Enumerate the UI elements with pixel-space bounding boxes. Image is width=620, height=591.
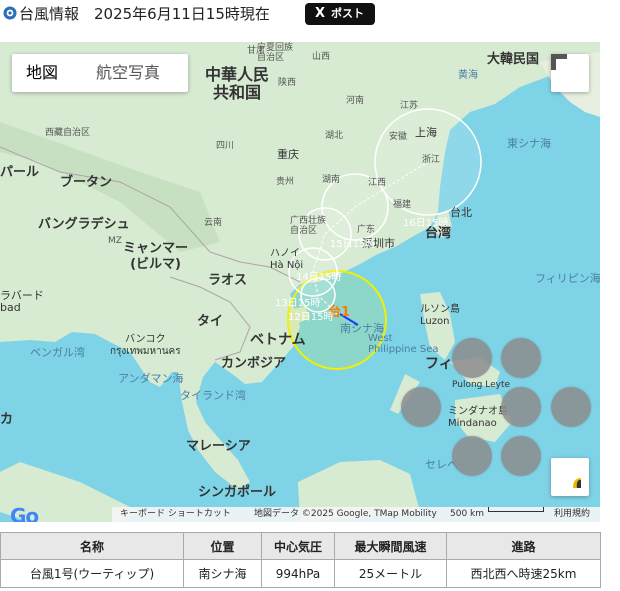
label-fujian: 福建: [393, 200, 412, 210]
google-logo: Go: [10, 504, 39, 522]
table-row: 台風1号(ウーティップ) 南シナ海 994hPa 25メートル 西北西へ時速25…: [0, 559, 601, 588]
forecast-label-13: 13日15時: [275, 298, 321, 309]
label-guizhou: 贵州: [276, 177, 295, 187]
post-button[interactable]: X ポスト: [305, 3, 375, 25]
tab-satellite[interactable]: 航空写真: [96, 54, 160, 92]
label-shaanxi: 陕西: [278, 78, 297, 88]
label-malaysia: マレーシア: [186, 439, 251, 454]
header-position: 位置: [183, 532, 262, 560]
label-ka: カ: [0, 412, 14, 427]
label-bangkok: バンコク กรุงเทพมหานคร: [110, 334, 181, 357]
label-pulong: Pulong Leyte: [452, 380, 511, 390]
typhoon-map[interactable]: 中華人民 共和国 大韓民国 ベトナム ラオス タイ カンボジア ミャンマー (ビ…: [0, 42, 600, 522]
label-cambodia: カンボジア: [221, 356, 287, 371]
label-yellow-sea: 黄海: [458, 70, 478, 81]
label-yunnan: 云南: [204, 218, 223, 228]
cell-position: 南シナ海: [183, 559, 262, 588]
map-control-3[interactable]: [401, 387, 441, 427]
post-button-label: ポスト: [331, 7, 365, 20]
header-course: 進路: [446, 532, 601, 560]
label-mz: MZ: [108, 236, 122, 246]
typhoon-icon: [3, 6, 17, 20]
label-china: 中華人民 共和国: [205, 65, 270, 102]
fullscreen-icon: [551, 54, 567, 70]
label-hunan: 湖南: [322, 175, 341, 185]
label-myanmar: ミャンマー (ビルマ): [123, 241, 189, 272]
pegman-button[interactable]: [551, 458, 589, 496]
map-control-6[interactable]: [452, 436, 492, 476]
label-bay-of-bengal: ベンガル湾: [30, 346, 85, 359]
forecast-label-16: 16日15時: [403, 218, 449, 229]
pegman-icon: [573, 478, 581, 488]
label-luzon: ルソン島 Luzon: [420, 304, 460, 327]
label-guangdong: 广东: [357, 225, 376, 235]
label-henan: 河南: [346, 96, 365, 106]
label-philippine-sea: フィリピン海: [535, 272, 600, 285]
map-control-5[interactable]: [551, 387, 591, 427]
scale-bar: [488, 507, 544, 512]
header-name: 名称: [0, 532, 184, 560]
keyboard-shortcuts-link[interactable]: キーボード ショートカット: [120, 507, 231, 522]
label-korea: 大韓民国: [487, 52, 540, 67]
cell-name: 台風1号(ウーティップ): [0, 559, 184, 588]
fullscreen-button[interactable]: [551, 54, 589, 92]
cell-wind: 25メートル: [334, 559, 447, 588]
map-control-7[interactable]: [501, 436, 541, 476]
label-east-china-sea: 東シナ海: [507, 137, 551, 150]
label-zhejiang: 浙江: [422, 155, 441, 165]
forecast-label-14: 14日15時: [296, 272, 342, 283]
label-bangladesh: バングラデシュ: [38, 217, 130, 232]
table-header-row: 名称 位置 中心気圧 最大瞬間風速 進路: [0, 532, 601, 560]
header-pressure: 中心気圧: [261, 532, 335, 560]
label-guangxi: 广西壮族 自治区: [290, 216, 327, 236]
label-laos: ラオス: [208, 273, 248, 288]
forecast-label-12: 12日15時: [288, 312, 334, 323]
cell-course: 西北西へ時速25km: [446, 559, 601, 588]
label-ningxia: 宁夏回族 自治区: [257, 43, 294, 63]
forecast-label-15: 15日15時: [330, 239, 376, 250]
label-nepal: パール: [0, 165, 40, 180]
label-shanghai: 上海: [415, 126, 437, 139]
label-sichuan: 四川: [216, 141, 235, 151]
label-bhutan: ブータン: [60, 175, 113, 190]
label-thailand: タイ: [197, 314, 224, 329]
header: 台風情報 2025年6月11日15時現在 X ポスト: [0, 0, 620, 34]
label-singapore: シンガポール: [198, 485, 277, 500]
label-andaman-sea: アンダマン海: [118, 372, 184, 385]
terms-link[interactable]: 利用規約: [554, 507, 590, 522]
map-data-text: 地図データ ©2025 Google, TMap Mobility: [254, 509, 437, 519]
x-logo-icon: X: [315, 6, 326, 21]
label-chongqing: 重庆: [277, 148, 299, 161]
label-philippines: フィ: [425, 356, 453, 372]
label-west-edge: ラバード bad: [0, 289, 44, 314]
label-west-philippine-sea: West Philippine Sea: [368, 333, 439, 355]
page-title: 台風情報 2025年6月11日15時現在: [19, 5, 270, 23]
header-wind: 最大瞬間風速: [334, 532, 447, 560]
label-jiangxi: 江西: [368, 178, 387, 188]
label-mindanao: ミンダナオ島 Mindanao: [448, 406, 508, 429]
map-control-4[interactable]: [501, 387, 541, 427]
label-gulf-of-thailand: タイランド湾: [180, 389, 246, 402]
label-tibet: 西藏自治区: [45, 128, 91, 138]
map-attribution: キーボード ショートカット 地図データ ©2025 Google, TMap M…: [112, 507, 600, 522]
label-anhui: 安徽: [389, 132, 408, 142]
cell-pressure: 994hPa: [261, 559, 335, 588]
label-jiangsu: 江苏: [400, 101, 419, 111]
scale-label[interactable]: 500 km: [450, 507, 484, 522]
label-taipei: 台北: [450, 206, 472, 219]
label-vietnam: ベトナム: [250, 332, 306, 348]
tab-map[interactable]: 地図: [26, 54, 58, 92]
map-type-control: 地図 航空写真: [12, 54, 188, 92]
map-control-2[interactable]: [501, 338, 541, 378]
typhoon-info-table: 名称 位置 中心気圧 最大瞬間風速 進路 台風1号(ウーティップ) 南シナ海 9…: [0, 532, 601, 588]
label-shanxi: 山西: [312, 52, 331, 62]
label-hubei: 湖北: [325, 131, 344, 141]
map-control-1[interactable]: [452, 338, 492, 378]
